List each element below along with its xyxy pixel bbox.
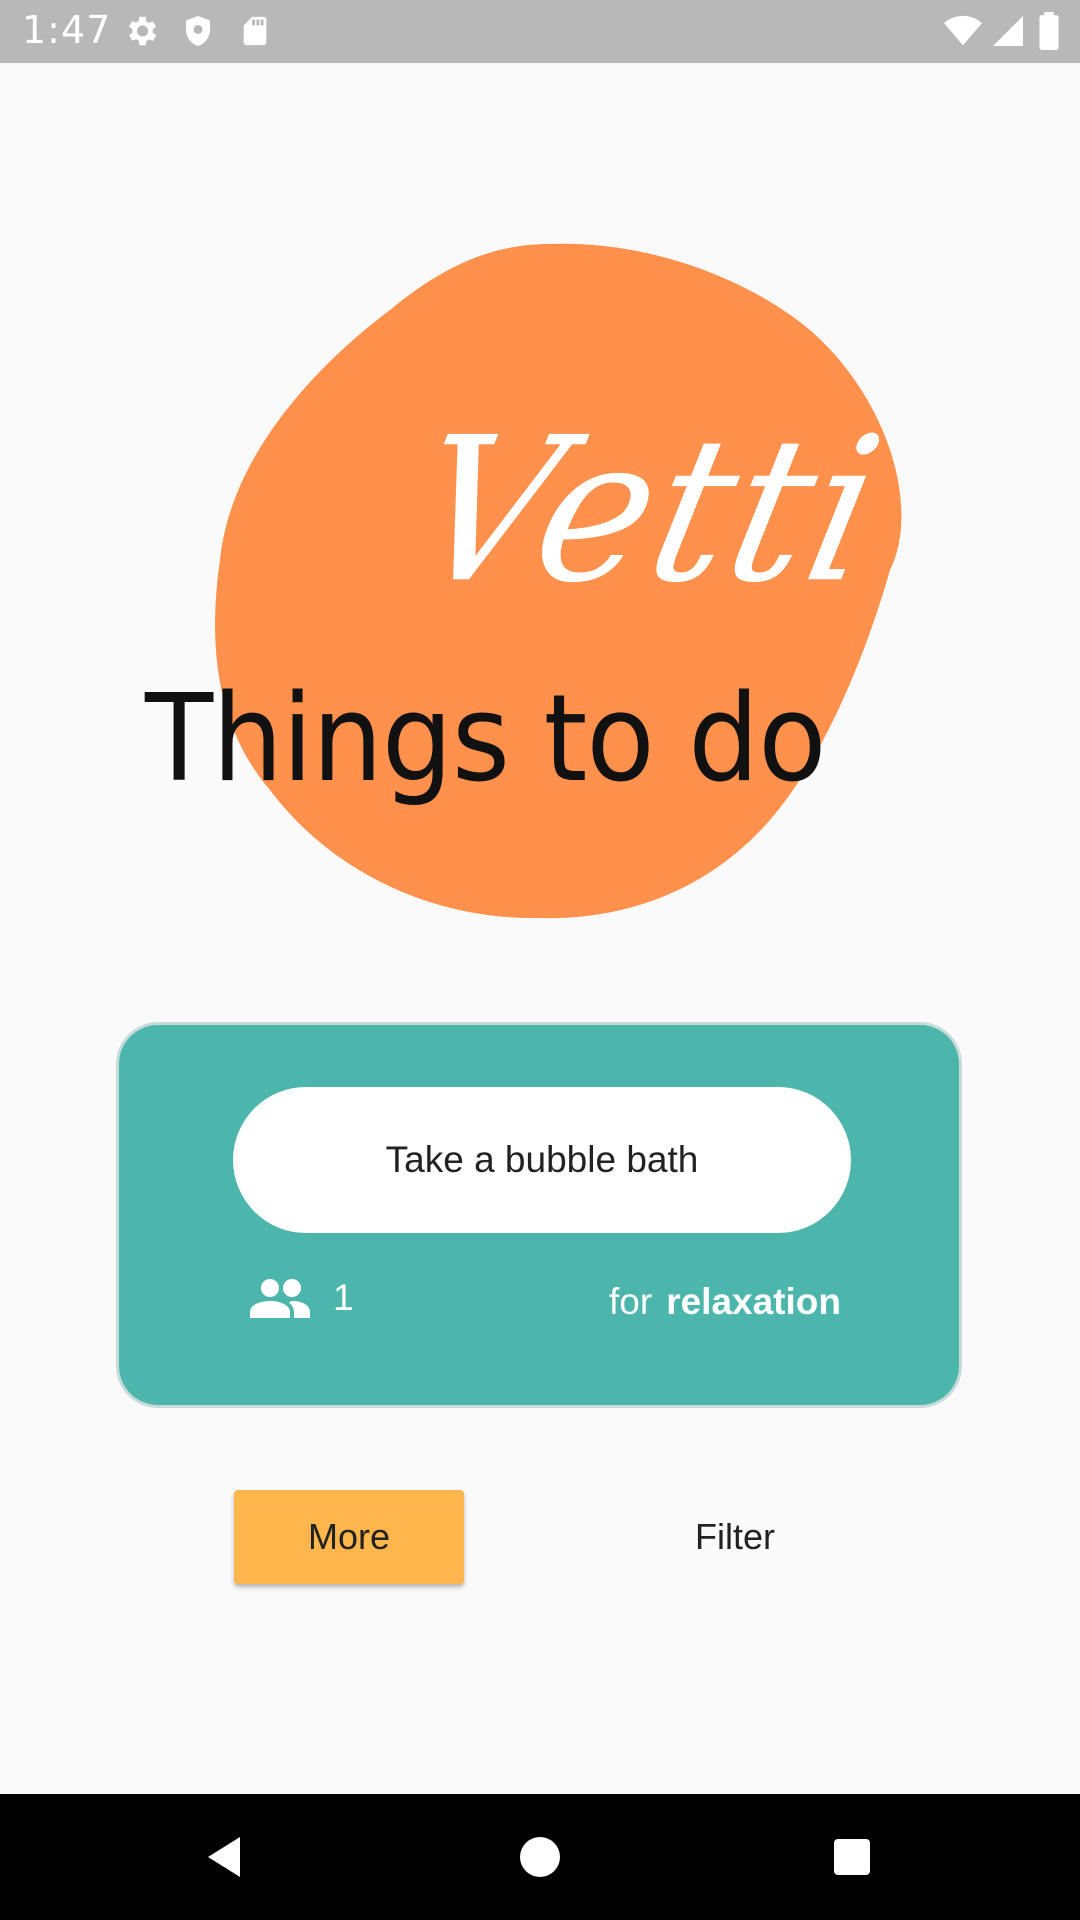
activity-card: Take a bubble bath 1 for relaxation <box>116 1022 962 1408</box>
battery-icon <box>1038 12 1060 55</box>
filter-button-label: Filter <box>695 1516 775 1557</box>
logo-script-text: Vetti <box>395 394 901 627</box>
filter-button[interactable]: Filter <box>620 1490 850 1584</box>
more-button-label: More <box>307 1516 391 1557</box>
activity-type: for relaxation <box>609 1281 841 1323</box>
status-time: 1:47 <box>22 8 112 52</box>
sd-card-icon <box>238 12 272 55</box>
logo-tagline: Things to do <box>145 670 827 809</box>
type-value: relaxation <box>666 1281 841 1322</box>
shield-icon <box>180 12 216 55</box>
back-icon[interactable] <box>200 1832 248 1887</box>
participants-info: 1 <box>249 1277 354 1319</box>
status-bar: 1:47 <box>0 0 1080 63</box>
for-label: for <box>609 1281 653 1322</box>
home-icon[interactable] <box>516 1832 564 1887</box>
gear-icon <box>122 12 160 55</box>
signal-icon <box>990 12 1026 55</box>
activity-text: Take a bubble bath <box>385 1139 699 1180</box>
navigation-bar <box>0 1794 1080 1920</box>
wifi-icon <box>942 12 984 55</box>
more-button[interactable]: More <box>234 1490 464 1584</box>
recents-icon[interactable] <box>828 1832 876 1887</box>
people-icon <box>250 1279 310 1318</box>
activity-title[interactable]: Take a bubble bath <box>233 1087 851 1233</box>
participants-count: 1 <box>333 1277 354 1318</box>
